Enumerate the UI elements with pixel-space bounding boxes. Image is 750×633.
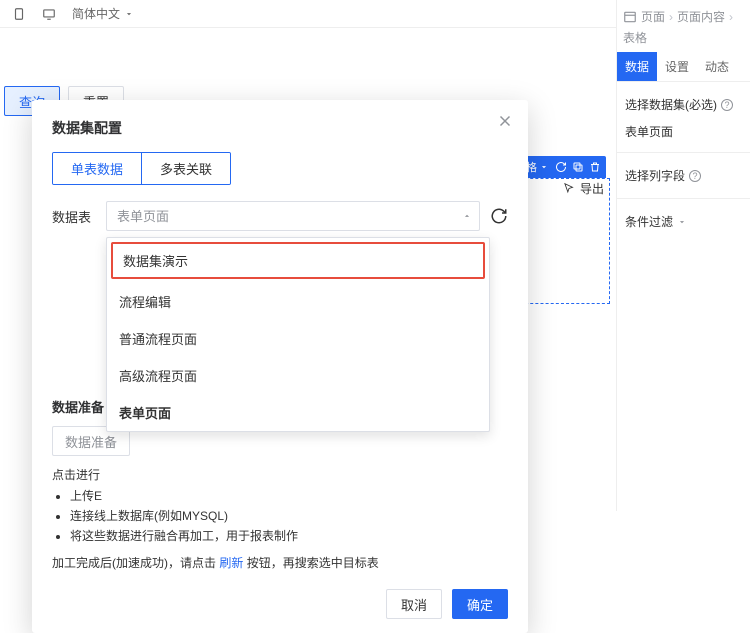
help-icon[interactable]: ? bbox=[689, 170, 701, 182]
table-select-row: 数据表 bbox=[52, 201, 508, 231]
refresh-button[interactable] bbox=[490, 207, 508, 225]
language-selector[interactable]: 简体中文 bbox=[72, 5, 134, 22]
table-combobox[interactable] bbox=[106, 201, 480, 231]
dropdown-option[interactable]: 流程编辑 bbox=[107, 283, 489, 320]
chevron-down-icon bbox=[124, 9, 134, 19]
tab-data[interactable]: 数据 bbox=[617, 52, 657, 81]
prep-bullet-list: 上传E 连接线上数据库(例如MYSQL) 将这些数据进行融合再加工，用于报表制作 bbox=[70, 487, 508, 544]
inspector-panel: 页面 › 页面内容 › 表格 数据 设置 动态 选择数据集(必选) ? 表单页面… bbox=[616, 0, 750, 511]
caret-up-icon bbox=[462, 211, 472, 221]
dropdown-option[interactable]: 高级流程页面 bbox=[107, 357, 489, 394]
device-icon bbox=[12, 7, 26, 21]
dataset-config-modal: 数据集配置 单表数据 多表关联 数据表 数据集演示 流程编辑 普通流程页面 高级… bbox=[32, 100, 528, 633]
dropdown-option[interactable]: 普通流程页面 bbox=[107, 320, 489, 357]
select-column-label: 选择列字段 ? bbox=[617, 153, 750, 190]
chevron-down-icon bbox=[539, 162, 549, 172]
cursor-icon bbox=[562, 182, 576, 196]
close-button[interactable] bbox=[496, 112, 514, 130]
selection-toolbar bbox=[550, 156, 606, 178]
list-item: 上传E bbox=[70, 487, 508, 504]
desktop-icon bbox=[42, 7, 56, 21]
prep-hint: 点击进行 bbox=[52, 466, 508, 483]
table-label: 数据表 bbox=[52, 207, 96, 226]
filter-text: 条件过滤 bbox=[625, 213, 673, 230]
select-dataset-text: 选择数据集(必选) bbox=[625, 96, 717, 113]
tab-settings[interactable]: 设置 bbox=[657, 52, 697, 81]
refresh-icon[interactable] bbox=[555, 161, 567, 173]
help-icon[interactable]: ? bbox=[721, 99, 733, 111]
delete-icon[interactable] bbox=[589, 161, 601, 173]
finish-prefix: 加工完成后(加速成功)，请点击 bbox=[52, 556, 219, 570]
modal-title: 数据集配置 bbox=[52, 118, 508, 138]
crumb-sep: › bbox=[729, 10, 733, 24]
layout-icon bbox=[623, 10, 637, 24]
export-label: 导出 bbox=[580, 180, 604, 197]
chevron-down-icon[interactable] bbox=[677, 217, 687, 227]
modal-actions: 取消 确定 bbox=[52, 589, 508, 619]
dropdown-option[interactable]: 数据集演示 bbox=[111, 242, 485, 279]
list-item: 将这些数据进行融合再加工，用于报表制作 bbox=[70, 527, 508, 544]
refresh-link[interactable]: 刷新 bbox=[219, 556, 243, 570]
tab-multi-table[interactable]: 多表关联 bbox=[141, 153, 230, 184]
crumb-table[interactable]: 表格 bbox=[623, 29, 647, 46]
select-column-text: 选择列字段 bbox=[625, 167, 685, 184]
confirm-button[interactable]: 确定 bbox=[452, 589, 508, 619]
breadcrumb: 页面 › 页面内容 › 表格 bbox=[617, 0, 750, 52]
dropdown-option[interactable]: 表单页面 bbox=[107, 394, 489, 431]
finish-suffix: 按钮，再搜索选中目标表 bbox=[247, 556, 379, 570]
copy-icon[interactable] bbox=[572, 161, 584, 173]
finish-hint: 加工完成后(加速成功)，请点击 刷新 按钮，再搜索选中目标表 bbox=[52, 554, 508, 571]
cancel-button[interactable]: 取消 bbox=[386, 589, 442, 619]
crumb-sep: › bbox=[669, 10, 673, 24]
language-label: 简体中文 bbox=[72, 5, 120, 22]
table-dropdown: 数据集演示 流程编辑 普通流程页面 高级流程页面 表单页面 bbox=[106, 237, 490, 432]
table-input[interactable] bbox=[106, 201, 480, 231]
select-dataset-label: 选择数据集(必选) ? bbox=[617, 82, 750, 119]
export-chip[interactable]: 导出 bbox=[562, 180, 604, 197]
crumb-page-content[interactable]: 页面内容 bbox=[677, 8, 725, 25]
tab-dynamic[interactable]: 动态 bbox=[697, 52, 737, 81]
crumb-page[interactable]: 页面 bbox=[641, 8, 665, 25]
filter-label: 条件过滤 bbox=[617, 199, 750, 236]
dataset-value[interactable]: 表单页面 bbox=[617, 119, 750, 152]
list-item: 连接线上数据库(例如MYSQL) bbox=[70, 507, 508, 524]
mode-tabs: 单表数据 多表关联 bbox=[52, 152, 231, 185]
tab-single-table[interactable]: 单表数据 bbox=[53, 153, 141, 184]
inspector-tabs: 数据 设置 动态 bbox=[617, 52, 750, 82]
